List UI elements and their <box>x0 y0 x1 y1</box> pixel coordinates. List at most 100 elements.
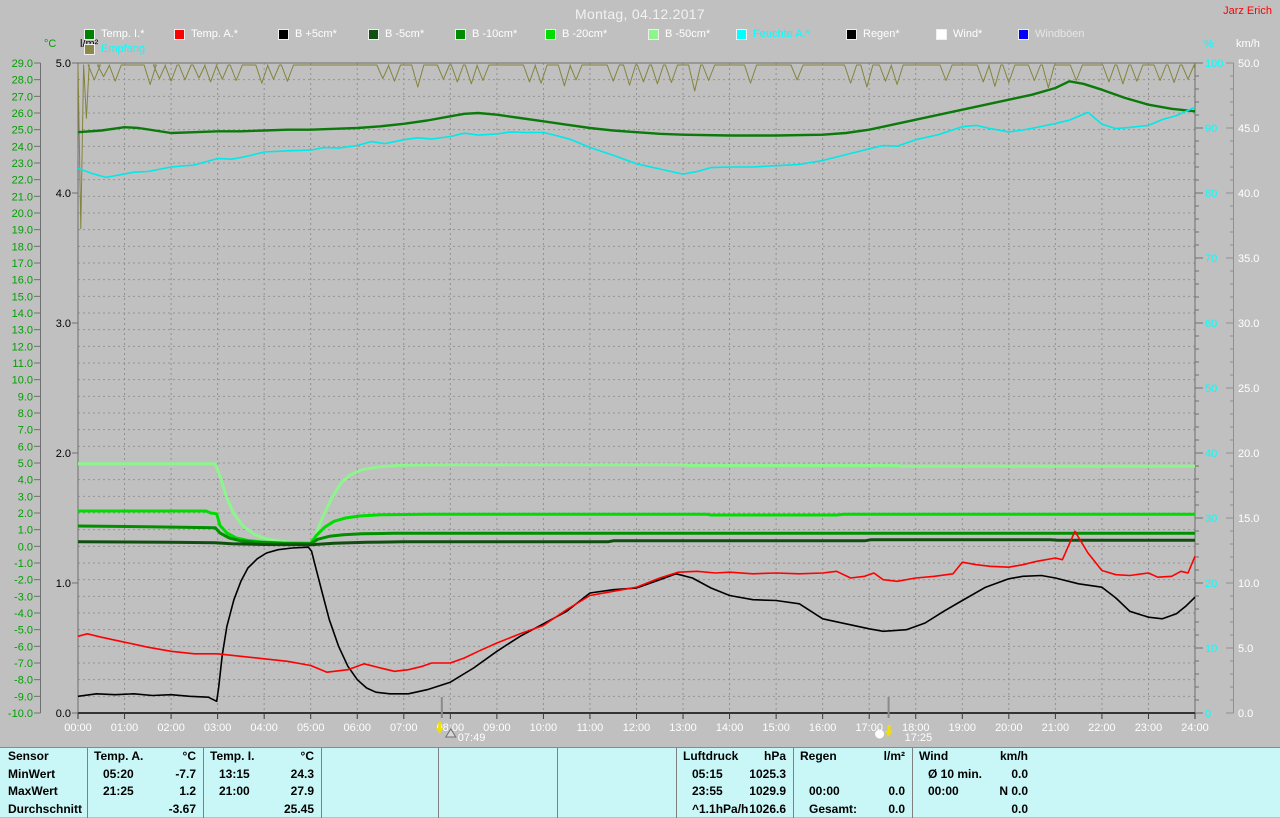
cell-value: 27.9 <box>291 783 314 801</box>
svg-text:5.0: 5.0 <box>56 58 71 70</box>
svg-text:23:00: 23:00 <box>1135 722 1163 734</box>
cell-time: 23:55 <box>683 783 723 801</box>
svg-text:24:00: 24:00 <box>1181 722 1209 734</box>
svg-text:16:00: 16:00 <box>809 722 837 734</box>
cell-value: 0.0 <box>888 801 905 818</box>
cell-value: 1.2 <box>179 783 196 801</box>
svg-text:10:00: 10:00 <box>530 722 558 734</box>
cell-value: 24.3 <box>291 766 314 784</box>
section-unit: hPa <box>764 748 786 766</box>
windspeed-axis: 0.05.010.015.020.025.030.035.040.045.050… <box>1226 58 1259 720</box>
svg-text:23.0: 23.0 <box>12 158 33 170</box>
svg-text:4.0: 4.0 <box>56 188 71 200</box>
series-temp-a <box>78 531 1195 672</box>
svg-text:07:49: 07:49 <box>458 732 486 744</box>
svg-text:19.0: 19.0 <box>12 225 33 237</box>
svg-text:15:00: 15:00 <box>762 722 790 734</box>
svg-text:12:00: 12:00 <box>623 722 651 734</box>
svg-text:21:00: 21:00 <box>1042 722 1070 734</box>
cell-time <box>328 801 337 818</box>
svg-text:12.0: 12.0 <box>12 341 33 353</box>
cell-time: Gesamt: <box>800 801 857 818</box>
section-title: Temp. A. <box>94 748 143 766</box>
cell-time <box>445 766 454 784</box>
svg-text:45.0: 45.0 <box>1238 123 1259 135</box>
svg-text:22:00: 22:00 <box>1088 722 1116 734</box>
svg-text:18.0: 18.0 <box>12 241 33 253</box>
svg-text:-6.0: -6.0 <box>14 641 33 653</box>
cell-time: Ø 10 min. <box>919 766 982 784</box>
row-label: Sensor <box>0 748 87 766</box>
svg-text:20.0: 20.0 <box>12 208 33 220</box>
cell-time <box>94 801 103 818</box>
cell-time: 21:25 <box>94 783 134 801</box>
svg-text:7.0: 7.0 <box>18 425 33 437</box>
cell-time <box>564 766 573 784</box>
svg-text:13.0: 13.0 <box>12 325 33 337</box>
svg-text:19:00: 19:00 <box>949 722 977 734</box>
row-label: MaxWert <box>0 783 87 801</box>
section-title: Regen <box>800 748 837 766</box>
cell-time <box>919 801 928 818</box>
svg-text:3.0: 3.0 <box>18 491 33 503</box>
svg-text:2.0: 2.0 <box>18 508 33 520</box>
svg-text:07:00: 07:00 <box>390 722 418 734</box>
svg-text:04:00: 04:00 <box>250 722 278 734</box>
svg-text:25.0: 25.0 <box>1238 383 1259 395</box>
section-unit: l/m² <box>884 748 905 766</box>
svg-text:29.0: 29.0 <box>12 58 33 70</box>
svg-text:01:00: 01:00 <box>111 722 139 734</box>
section-title: Wind <box>919 748 948 766</box>
cell-time <box>445 801 454 818</box>
cell-value: 25.45 <box>284 801 314 818</box>
row-label: MinWert <box>0 766 87 784</box>
section-unit: °C <box>301 748 314 766</box>
svg-text:4.0: 4.0 <box>18 475 33 487</box>
svg-text:22.0: 22.0 <box>12 175 33 187</box>
svg-text:20.0: 20.0 <box>1238 448 1259 460</box>
svg-text:100: 100 <box>1205 58 1223 70</box>
svg-text:10.0: 10.0 <box>1238 578 1259 590</box>
svg-text:-4.0: -4.0 <box>14 608 33 620</box>
cell-time <box>445 783 454 801</box>
svg-text:24.0: 24.0 <box>12 141 33 153</box>
temp-axis: -10.0-9.0-8.0-7.0-6.0-5.0-4.0-3.0-2.0-1.… <box>8 58 41 720</box>
time-axis: 00:0001:0002:0003:0004:0005:0006:0007:00… <box>64 713 1209 734</box>
cell-value: N 0.0 <box>999 783 1028 801</box>
cell-time <box>564 783 573 801</box>
svg-text:17:25: 17:25 <box>905 732 933 744</box>
svg-text:8.0: 8.0 <box>18 408 33 420</box>
svg-text:09:00: 09:00 <box>483 722 511 734</box>
svg-text:13:00: 13:00 <box>669 722 697 734</box>
cell-time <box>328 783 337 801</box>
cell-time: 00:00 <box>919 783 959 801</box>
svg-text:27.0: 27.0 <box>12 91 33 103</box>
cell-time <box>210 801 219 818</box>
svg-text:10.0: 10.0 <box>12 375 33 387</box>
svg-text:80: 80 <box>1205 188 1217 200</box>
section-unit: km/h <box>1000 748 1028 766</box>
svg-text:-5.0: -5.0 <box>14 625 33 637</box>
svg-text:0.0: 0.0 <box>56 708 71 720</box>
svg-text:00:00: 00:00 <box>64 722 92 734</box>
svg-text:60: 60 <box>1205 318 1217 330</box>
cell-time: 05:20 <box>94 766 134 784</box>
table-row-labels: SensorMinWertMaxWertDurchschnitt <box>0 748 88 818</box>
svg-text:35.0: 35.0 <box>1238 253 1259 265</box>
series-feuchte-a <box>78 107 1195 177</box>
cell-time: 13:15 <box>210 766 250 784</box>
section-title: Luftdruck <box>683 748 738 766</box>
svg-text:17.0: 17.0 <box>12 258 33 270</box>
section-unit: °C <box>183 748 196 766</box>
svg-text:10: 10 <box>1205 643 1217 655</box>
cell-time <box>564 801 573 818</box>
svg-text:6.0: 6.0 <box>18 441 33 453</box>
svg-text:05:00: 05:00 <box>297 722 325 734</box>
cell-value: -3.67 <box>169 801 196 818</box>
table-section-empty <box>439 748 558 818</box>
table-section-temp-a-: Temp. A.°C05:20-7.721:251.2-3.67 <box>88 748 204 818</box>
svg-text:16.0: 16.0 <box>12 275 33 287</box>
cell-time: 21:00 <box>210 783 250 801</box>
section-title: Temp. I. <box>210 748 254 766</box>
svg-text:-10.0: -10.0 <box>8 708 33 720</box>
